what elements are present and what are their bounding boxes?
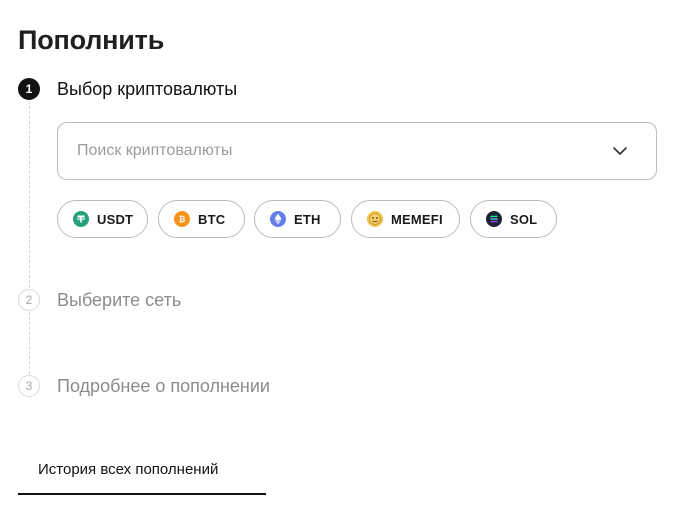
step-deposit-details: 3 Подробнее о пополнении	[18, 375, 270, 397]
deposit-page: Пополнить 1 Выбор криптовалюты USDT	[0, 0, 687, 515]
step-select-currency: 1 Выбор криптовалюты	[18, 78, 237, 100]
chip-label: BTC	[198, 211, 226, 227]
step-number-3: 3	[18, 375, 40, 397]
step-label-2: Выберите сеть	[57, 290, 182, 310]
deposit-history-tab[interactable]: История всех пополнений	[18, 450, 266, 495]
btc-icon: ₿	[174, 211, 190, 227]
deposit-history-label: История всех пополнений	[38, 461, 219, 478]
chip-usdt[interactable]: USDT	[57, 200, 148, 238]
chip-sol[interactable]: SOL	[470, 200, 557, 238]
chip-label: MEMEFI	[391, 211, 443, 227]
step-connector	[29, 101, 30, 288]
step-label-1: Выбор криптовалюты	[57, 79, 238, 99]
chip-label: USDT	[97, 211, 134, 227]
step-number-2: 2	[18, 289, 40, 311]
eth-icon	[270, 211, 286, 227]
step-number-1: 1	[18, 78, 40, 100]
chip-label: ETH	[294, 211, 321, 227]
chip-label: SOL	[510, 211, 538, 227]
chevron-down-icon[interactable]	[612, 144, 628, 158]
step-select-network: 2 Выберите сеть	[18, 289, 181, 311]
chip-memefi[interactable]: MEMEFI	[351, 200, 460, 238]
svg-text:₿: ₿	[179, 215, 186, 224]
usdt-icon	[73, 211, 89, 227]
page-title: Пополнить	[18, 25, 165, 55]
chip-eth[interactable]: ETH	[254, 200, 341, 238]
currency-search-select[interactable]	[57, 122, 657, 180]
currency-search-input[interactable]	[77, 123, 577, 179]
step-label-3: Подробнее о пополнении	[57, 376, 270, 396]
chip-btc[interactable]: ₿ BTC	[158, 200, 245, 238]
memefi-icon	[367, 211, 383, 227]
step-connector	[29, 312, 30, 374]
sol-icon	[486, 211, 502, 227]
